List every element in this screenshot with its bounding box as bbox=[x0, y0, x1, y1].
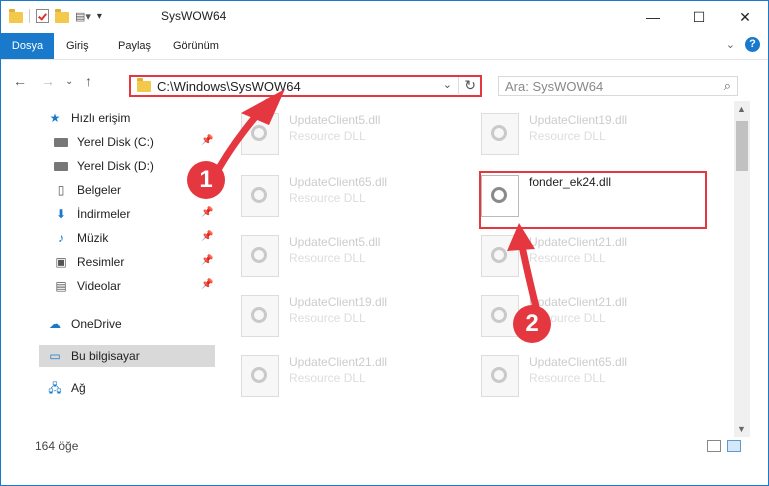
details-view-icon[interactable] bbox=[707, 440, 721, 452]
status-bar: 164 öğe bbox=[1, 437, 768, 457]
explorer-window: ▤▾ ▾ SysWOW64 — ☐ ✕ Dosya Giriş Paylaş G… bbox=[0, 0, 769, 486]
large-icons-view-icon[interactable] bbox=[727, 440, 741, 452]
annotation-arrows bbox=[209, 89, 541, 312]
arrow-to-file bbox=[517, 240, 541, 312]
arrowhead-icon bbox=[241, 89, 285, 125]
item-count: 164 öğe bbox=[35, 439, 79, 453]
step-callout: 1 bbox=[187, 161, 225, 199]
arrowhead-icon bbox=[507, 223, 535, 251]
step-callout: 2 bbox=[513, 305, 551, 343]
